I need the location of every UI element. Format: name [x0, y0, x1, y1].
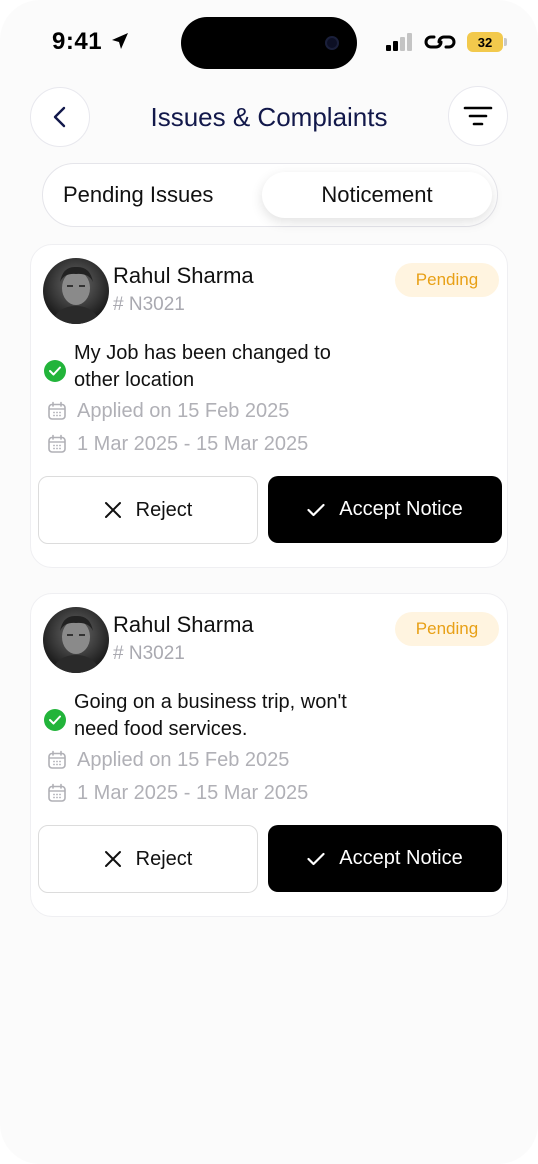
accept-notice-button[interactable]: Accept Notice [268, 825, 502, 892]
reject-label: Reject [135, 847, 193, 870]
applied-date: Applied on 15 Feb 2025 [77, 400, 290, 422]
employee-name: Rahul Sharma [113, 263, 254, 288]
notice-card: Rahul Sharma # N3021 Pending Going on a … [30, 593, 508, 917]
calendar-icon [48, 750, 66, 769]
person-avatar-icon [51, 615, 101, 673]
segment-control: Pending Issues Noticement [42, 163, 498, 227]
avatar [43, 607, 109, 673]
calendar-icon [48, 401, 66, 420]
close-icon [104, 502, 121, 518]
status-badge: Pending [395, 612, 499, 646]
camera-icon [325, 36, 339, 50]
link-icon [424, 35, 456, 49]
battery-indicator: 32 [467, 32, 503, 52]
applied-date: Applied on 15 Feb 2025 [77, 749, 290, 771]
calendar-icon [48, 783, 66, 802]
signal-icon [386, 33, 412, 51]
close-icon [104, 851, 121, 867]
notice-card: Rahul Sharma # N3021 Pending My Job has … [30, 244, 508, 568]
reject-button[interactable]: Reject [38, 476, 258, 544]
battery-tip [504, 38, 507, 46]
person-avatar-icon [51, 266, 101, 324]
employee-name: Rahul Sharma [113, 612, 254, 637]
dynamic-island [181, 17, 357, 69]
employee-code: # N3021 [113, 294, 185, 315]
status-time: 9:41 [52, 28, 103, 55]
status-badge: Pending [395, 263, 499, 297]
check-icon [307, 503, 325, 516]
phone-screen: 9:41 32 Issues & Complaints Pending Issu… [0, 0, 538, 1164]
location-arrow-icon [112, 33, 128, 49]
employee-code: # N3021 [113, 643, 185, 664]
calendar-icon [48, 434, 66, 453]
reject-label: Reject [135, 498, 193, 521]
accept-label: Accept Notice [339, 847, 463, 869]
accept-label: Accept Notice [339, 498, 463, 520]
tab-pending-issues[interactable]: Pending Issues [63, 182, 213, 208]
accept-notice-button[interactable]: Accept Notice [268, 476, 502, 543]
date-range: 1 Mar 2025 - 15 Mar 2025 [77, 433, 309, 455]
tab-noticement[interactable]: Noticement [262, 172, 492, 218]
reject-button[interactable]: Reject [38, 825, 258, 893]
check-circle-icon [44, 360, 66, 382]
filter-icon [463, 106, 493, 126]
notice-description: My Job has been changed to other locatio… [74, 342, 331, 391]
check-circle-icon [44, 709, 66, 731]
filter-button[interactable] [448, 86, 508, 146]
check-icon [307, 852, 325, 865]
date-range: 1 Mar 2025 - 15 Mar 2025 [77, 782, 309, 804]
avatar [43, 258, 109, 324]
notice-description: Going on a business trip, won't need foo… [74, 691, 347, 740]
